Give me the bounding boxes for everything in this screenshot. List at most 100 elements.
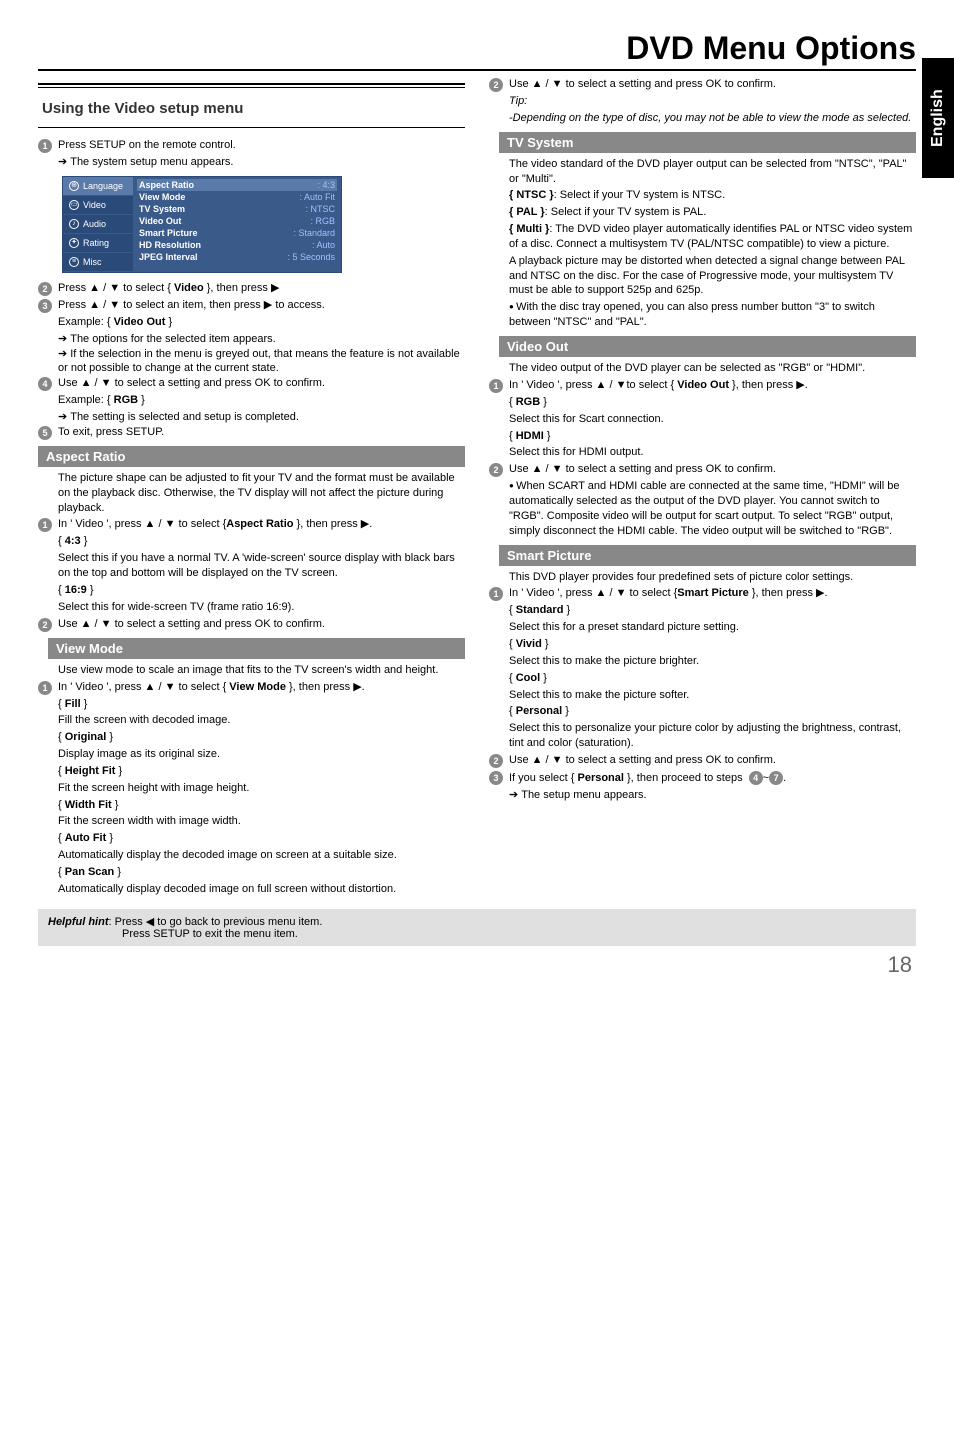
opt-rgb-desc: Select this for Scart connection. [509, 412, 916, 427]
opt-auto-fit: { Auto Fit } [58, 831, 465, 846]
step-3-example: Example: { Video Out } [58, 315, 465, 330]
sp-step-1-marker: 1 [489, 587, 503, 601]
language-tab: English [922, 58, 954, 178]
sp-step-2-marker: 2 [489, 754, 503, 768]
audio-icon: ♪ [69, 219, 79, 229]
misc-icon: ≡ [69, 257, 79, 267]
opt-pan-scan: { Pan Scan } [58, 865, 465, 880]
helpful-hint-2: Press SETUP to exit the menu item. [122, 928, 906, 940]
menu-side-rating: ✦Rating [63, 234, 133, 253]
heading-smart-picture: Smart Picture [499, 545, 916, 566]
right-step-2-marker: 2 [489, 78, 503, 92]
step-range-4-marker: 4 [749, 771, 763, 785]
opt-original: { Original } [58, 730, 465, 745]
vo-step-2-marker: 2 [489, 463, 503, 477]
step-4-marker: 4 [38, 377, 52, 391]
step-4-text: Use ▲ / ▼ to select a setting and press … [58, 376, 465, 391]
heading-aspect-ratio: Aspect Ratio [38, 446, 465, 467]
menu-side-video: ▭Video [63, 196, 133, 215]
opt-4-3-desc: Select this if you have a normal TV. A '… [58, 551, 465, 581]
page-title: DVD Menu Options [38, 30, 916, 67]
view-intro: Use view mode to scale an image that fit… [58, 663, 465, 678]
heading-view-mode: View Mode [48, 638, 465, 659]
step-3-result2: If the selection in the menu is greyed o… [58, 347, 465, 377]
globe-icon: ⊕ [69, 181, 79, 191]
opt-standard-desc: Select this for a preset standard pictur… [509, 620, 916, 635]
step-2-text: Press ▲ / ▼ to select { Video }, then pr… [58, 281, 465, 296]
aspect-step-2-text: Use ▲ / ▼ to select a setting and press … [58, 617, 465, 632]
menu-side-audio: ♪Audio [63, 215, 133, 234]
aspect-step-1-marker: 1 [38, 518, 52, 532]
vo-bullet: When SCART and HDMI cable are connected … [509, 479, 916, 538]
step-1-result: The system setup menu appears. [58, 155, 465, 170]
opt-pan-scan-desc: Automatically display decoded image on f… [58, 882, 465, 897]
tv-note: A playback picture may be distorted when… [509, 254, 916, 299]
opt-width-fit: { Width Fit } [58, 798, 465, 813]
aspect-step-2-marker: 2 [38, 618, 52, 632]
opt-hdmi-desc: Select this for HDMI output. [509, 445, 916, 460]
helpful-hint-box: Helpful hint: Press ◀ to go back to prev… [38, 909, 916, 946]
setup-menu-mock: ⊕Language ▭Video ♪Audio ✦Rating ≡Misc As… [62, 176, 342, 273]
opt-personal-desc: Select this to personalize your picture … [509, 721, 916, 751]
tv-pal: { PAL }: Select if your TV system is PAL… [509, 205, 916, 220]
vo-step-1-text: In ' Video ', press ▲ / ▼to select { Vid… [509, 378, 916, 393]
tv-multi: { Multi }: The DVD video player automati… [509, 222, 916, 252]
step-4-example: Example: { RGB } [58, 393, 465, 408]
sp-step-3-marker: 3 [489, 771, 503, 785]
opt-standard: { Standard } [509, 603, 916, 618]
step-3-text: Press ▲ / ▼ to select an item, then pres… [58, 298, 465, 313]
sp-step-1-text: In ' Video ', press ▲ / ▼ to select {Sma… [509, 586, 916, 601]
sp-step-3-text: If you select { Personal }, then proceed… [509, 770, 916, 786]
opt-height-fit: { Height Fit } [58, 764, 465, 779]
opt-cool-desc: Select this to make the picture softer. [509, 688, 916, 703]
step-2-marker: 2 [38, 282, 52, 296]
opt-fill: { Fill } [58, 697, 465, 712]
video-icon: ▭ [69, 200, 79, 210]
opt-rgb: { RGB } [509, 395, 916, 410]
view-step-1-text: In ' Video ', press ▲ / ▼ to select { Vi… [58, 680, 465, 695]
aspect-intro: The picture shape can be adjusted to fit… [58, 471, 465, 516]
opt-auto-fit-desc: Automatically display the decoded image … [58, 848, 465, 863]
heading-tv-system: TV System [499, 132, 916, 153]
step-1-text: Press SETUP on the remote control. [58, 138, 465, 153]
step-5-marker: 5 [38, 426, 52, 440]
step-5-text: To exit, press SETUP. [58, 425, 465, 440]
step-4-result: The setting is selected and setup is com… [58, 410, 465, 425]
tip-text: -Depending on the type of disc, you may … [509, 111, 916, 126]
right-step-2-text: Use ▲ / ▼ to select a setting and press … [509, 77, 916, 92]
vo-step-1-marker: 1 [489, 379, 503, 393]
tv-ntsc: { NTSC }: Select if your TV system is NT… [509, 188, 916, 203]
page-number: 18 [38, 952, 916, 978]
section-title-using-video: Using the Video setup menu [42, 100, 465, 117]
opt-vivid-desc: Select this to make the picture brighter… [509, 654, 916, 669]
opt-cool: { Cool } [509, 671, 916, 686]
opt-16-9: { 16:9 } [58, 583, 465, 598]
sp-step-2-text: Use ▲ / ▼ to select a setting and press … [509, 753, 916, 768]
opt-height-fit-desc: Fit the screen height with image height. [58, 781, 465, 796]
opt-vivid: { Vivid } [509, 637, 916, 652]
step-3-result1: The options for the selected item appear… [58, 332, 465, 347]
sp-result: The setup menu appears. [509, 788, 916, 803]
opt-fill-desc: Fill the screen with decoded image. [58, 713, 465, 728]
vo-step-2-text: Use ▲ / ▼ to select a setting and press … [509, 462, 916, 477]
helpful-hint-label: Helpful hint [48, 916, 109, 928]
opt-original-desc: Display image as its original size. [58, 747, 465, 762]
opt-16-9-desc: Select this for wide-screen TV (frame ra… [58, 600, 465, 615]
heading-video-out: Video Out [499, 336, 916, 357]
tv-intro: The video standard of the DVD player out… [509, 157, 916, 187]
menu-side-misc: ≡Misc [63, 253, 133, 272]
opt-hdmi: { HDMI } [509, 429, 916, 444]
step-1-marker: 1 [38, 139, 52, 153]
rating-icon: ✦ [69, 238, 79, 248]
opt-4-3: { 4:3 } [58, 534, 465, 549]
view-step-1-marker: 1 [38, 681, 52, 695]
menu-side-language: ⊕Language [63, 177, 133, 196]
vo-intro: The video output of the DVD player can b… [509, 361, 916, 376]
tip-label: Tip: [509, 94, 916, 109]
step-3-marker: 3 [38, 299, 52, 313]
aspect-step-1-text: In ' Video ', press ▲ / ▼ to select {Asp… [58, 517, 465, 532]
opt-personal: { Personal } [509, 704, 916, 719]
tv-bullet: With the disc tray opened, you can also … [509, 300, 916, 330]
sp-intro: This DVD player provides four predefined… [509, 570, 916, 585]
opt-width-fit-desc: Fit the screen width with image width. [58, 814, 465, 829]
